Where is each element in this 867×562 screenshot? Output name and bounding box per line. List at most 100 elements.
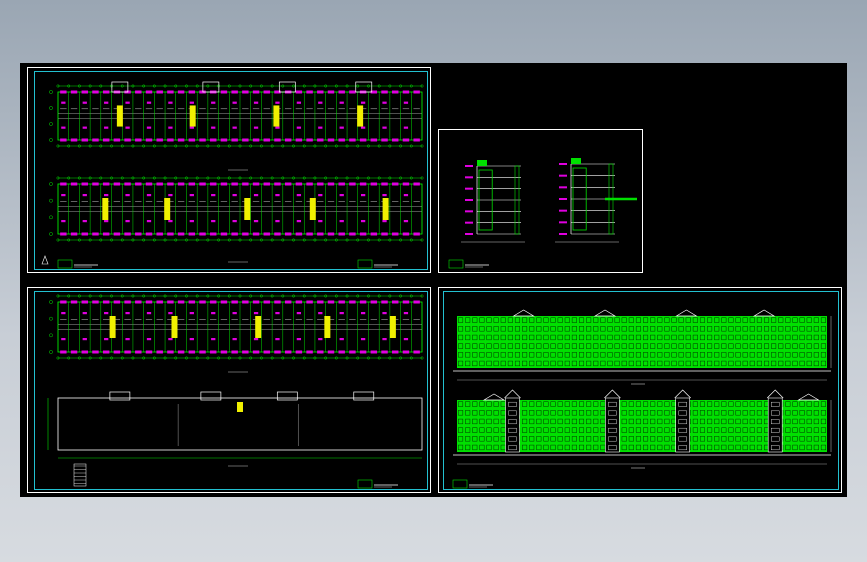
- fixture-mark: [339, 220, 344, 223]
- gable: [512, 309, 535, 317]
- fixture-mark: [104, 220, 109, 223]
- sheet-floor-plans-bottom[interactable]: [27, 287, 431, 493]
- window-mark: [402, 90, 410, 94]
- window-mark: [284, 300, 292, 304]
- fixture-mark: [382, 220, 387, 223]
- window-mark: [242, 350, 249, 354]
- fixture-mark: [61, 194, 66, 197]
- axis-bubble: [49, 106, 53, 110]
- window-mark: [210, 350, 217, 354]
- fixture-mark: [146, 338, 152, 341]
- window-mark: [252, 138, 260, 142]
- window-mark: [167, 90, 174, 94]
- fixture-mark: [125, 126, 130, 129]
- level-mark: [465, 165, 473, 167]
- fixture-mark: [232, 220, 237, 223]
- roof-hatch: [237, 402, 243, 412]
- window-mark: [220, 350, 228, 354]
- level-mark: [559, 233, 567, 235]
- floor-plan: [49, 176, 424, 242]
- roof-dormer: [109, 391, 131, 401]
- fixture-mark: [318, 220, 323, 223]
- fixture-mark: [61, 220, 66, 223]
- fixture-mark: [189, 312, 194, 315]
- window-mark: [81, 90, 88, 94]
- window-mark: [124, 300, 131, 304]
- axis-bubble: [49, 232, 53, 236]
- window-mark: [102, 138, 110, 142]
- sheet-floor-plans-top[interactable]: [27, 67, 431, 273]
- window-mark: [295, 232, 303, 236]
- window-mark: [381, 182, 388, 186]
- fixture-mark: [253, 101, 259, 104]
- window-mark: [70, 182, 78, 186]
- fixture-mark: [168, 338, 173, 341]
- fixture-mark: [318, 312, 323, 315]
- window-mark: [252, 232, 260, 236]
- roof-mark: [571, 158, 581, 164]
- window-mark: [413, 300, 420, 304]
- window-mark: [60, 300, 67, 304]
- window-mark: [156, 300, 163, 304]
- window-mark: [113, 182, 121, 186]
- stair-core: [102, 198, 109, 220]
- building-section: [461, 160, 525, 243]
- fixture-mark: [82, 220, 87, 223]
- fixture-mark: [275, 312, 280, 315]
- fixture-mark: [61, 101, 66, 104]
- gable: [797, 393, 820, 401]
- window-mark: [113, 138, 121, 142]
- tower-roof: [504, 389, 521, 399]
- gable: [482, 393, 506, 401]
- window-mark: [188, 90, 196, 94]
- title-block-icon: [448, 259, 489, 269]
- window-mark: [370, 350, 378, 354]
- roof-dormer: [200, 391, 222, 401]
- window-mark: [220, 90, 228, 94]
- fixture-mark: [360, 338, 366, 341]
- fixture-mark: [275, 220, 280, 223]
- window-mark: [306, 90, 313, 94]
- sheet-sections[interactable]: [438, 129, 643, 273]
- window-mark: [263, 300, 270, 304]
- window-mark: [156, 350, 163, 354]
- window-mark: [381, 138, 388, 142]
- window-mark: [177, 182, 185, 186]
- window-mark: [102, 232, 110, 236]
- fixture-mark: [104, 126, 109, 129]
- fixture-mark: [168, 312, 173, 315]
- fixture-mark: [382, 338, 387, 341]
- window-mark: [338, 138, 345, 142]
- window-mark: [210, 138, 217, 142]
- level-mark: [559, 186, 567, 189]
- fixture-mark: [189, 194, 194, 197]
- window-mark: [124, 138, 131, 142]
- fixture-mark: [189, 101, 194, 104]
- window-mark: [327, 232, 335, 236]
- fixture-mark: [232, 101, 237, 104]
- fixture-mark: [403, 312, 409, 315]
- floor-plan: [49, 294, 424, 360]
- fixture-mark: [82, 126, 87, 129]
- sheet-elevations[interactable]: [438, 287, 842, 493]
- axis-bubble: [49, 350, 53, 354]
- window-mark: [102, 90, 110, 94]
- window-mark: [381, 350, 388, 354]
- fixture-mark: [189, 220, 194, 223]
- drawing-canvas[interactable]: [20, 63, 847, 497]
- window-mark: [338, 232, 345, 236]
- window-mark: [70, 350, 78, 354]
- window-mark: [349, 300, 356, 304]
- stair-core: [164, 198, 171, 220]
- fixture-mark: [403, 194, 409, 197]
- axis-bubble: [49, 215, 53, 220]
- window-mark: [392, 300, 399, 304]
- fixture-mark: [360, 220, 366, 223]
- axis-bubble: [49, 90, 53, 94]
- window-mark: [145, 182, 153, 186]
- title-block-icon: [357, 479, 398, 489]
- level-mark: [559, 209, 567, 212]
- stair-core: [189, 105, 196, 127]
- window-mark: [92, 90, 99, 94]
- fixture-mark: [275, 101, 280, 104]
